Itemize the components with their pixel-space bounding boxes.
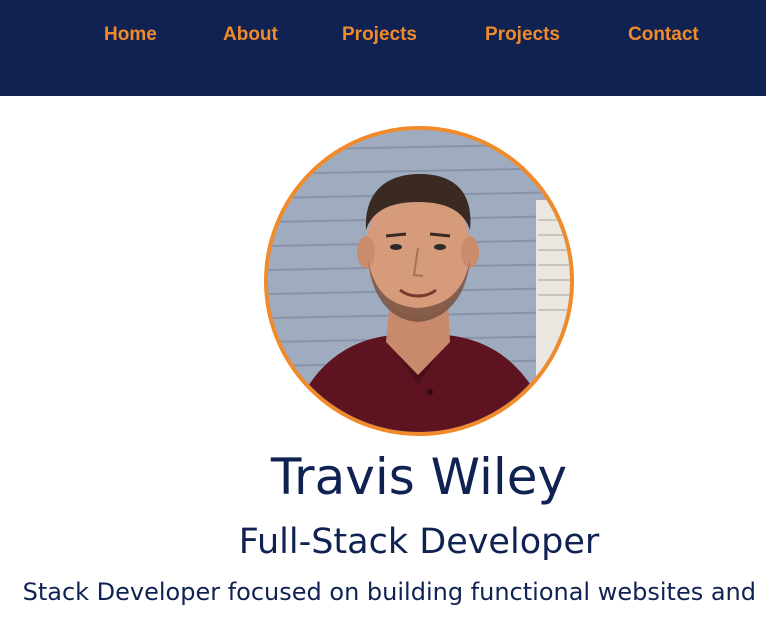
- nav-link-contact[interactable]: Contact: [628, 24, 699, 46]
- profile-name: Travis Wiley: [270, 448, 568, 506]
- profile-title: Full-Stack Developer: [238, 522, 600, 562]
- profile-photo-image: [268, 130, 570, 432]
- nav-link-projects-2[interactable]: Projects: [485, 24, 560, 46]
- bio-text: Stack Developer focused on building func…: [22, 578, 756, 606]
- bio-container: Stack Developer focused on building func…: [0, 578, 766, 621]
- nav-link-about[interactable]: About: [223, 24, 278, 46]
- navbar: Home About Projects Projects Contact: [0, 0, 766, 96]
- nav-link-home[interactable]: Home: [104, 24, 157, 46]
- profile-photo: [264, 126, 574, 436]
- nav-link-projects[interactable]: Projects: [342, 24, 417, 46]
